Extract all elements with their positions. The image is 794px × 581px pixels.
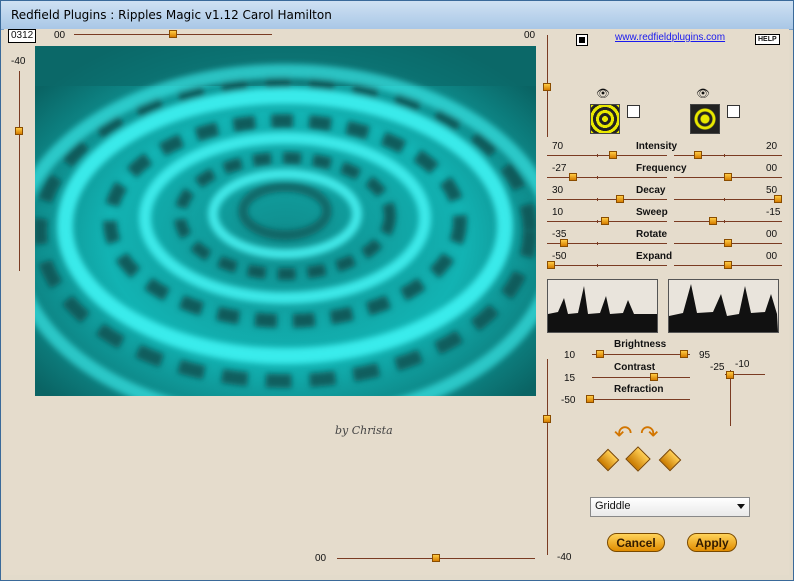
- bottom-slider-value: 00: [315, 553, 327, 564]
- color-swatch-outer[interactable]: [576, 34, 588, 46]
- brightness-min-value: 10: [564, 350, 576, 361]
- chevron-down-icon: [737, 504, 745, 509]
- eye-icon[interactable]: 👁: [596, 87, 610, 100]
- refraction-label: Refraction: [614, 384, 664, 395]
- refraction-slider[interactable]: [586, 395, 690, 404]
- frequency-left-slider[interactable]: [547, 173, 667, 182]
- preset-dropdown[interactable]: Griddle: [590, 497, 750, 517]
- refraction-thumb[interactable]: [586, 395, 594, 403]
- expand-right-slider[interactable]: [674, 261, 782, 270]
- help-button[interactable]: HELP: [755, 34, 780, 45]
- pattern-checkbox-1[interactable]: [627, 105, 640, 118]
- histogram-right: [668, 279, 779, 333]
- top-slider[interactable]: [74, 30, 272, 39]
- top-slider-thumb[interactable]: [169, 30, 177, 38]
- window-title: Redfield Plugins : Ripples Magic v1.12 C…: [11, 8, 332, 22]
- decay-right-thumb[interactable]: [774, 195, 782, 203]
- intensity-right-thumb[interactable]: [694, 151, 702, 159]
- intensity-left-thumb[interactable]: [609, 151, 617, 159]
- dice-icon[interactable]: [596, 448, 620, 472]
- histogram-left: [547, 279, 658, 333]
- contrast-thumb[interactable]: [650, 373, 658, 381]
- lower-vertical-slider-thumb[interactable]: [543, 415, 551, 423]
- refraction-value: -50: [561, 395, 576, 406]
- preview-background: by Christa: [35, 396, 536, 552]
- sweep-right-slider[interactable]: [674, 217, 782, 226]
- decay-left-slider[interactable]: [547, 195, 667, 204]
- histogram-left-plot: [548, 286, 657, 332]
- intensity-left-slider[interactable]: [547, 151, 667, 160]
- expand-right-thumb[interactable]: [724, 261, 732, 269]
- lower-vertical-slider-value: -40: [557, 552, 572, 563]
- apply-button[interactable]: Apply: [687, 533, 737, 552]
- top-slider-right-value: 00: [524, 30, 536, 41]
- upper-vertical-slider-thumb[interactable]: [543, 83, 551, 91]
- plugin-window: Redfield Plugins : Ripples Magic v1.12 C…: [0, 0, 794, 581]
- small-slider-left-value: -25: [710, 362, 725, 373]
- seed-field[interactable]: 0312: [8, 29, 37, 43]
- pattern-checkbox-2[interactable]: [727, 105, 740, 118]
- brightness-label: Brightness: [614, 339, 667, 350]
- histogram-right-plot: [669, 284, 778, 332]
- contrast-slider[interactable]: [592, 373, 690, 382]
- decay-right-slider[interactable]: [674, 195, 782, 204]
- intensity-right-slider[interactable]: [674, 151, 782, 160]
- top-slider-left-value: 00: [54, 30, 66, 41]
- rotate-left-slider[interactable]: [547, 239, 667, 248]
- pattern-swatch-2[interactable]: [690, 104, 720, 134]
- frequency-left-thumb[interactable]: [569, 173, 577, 181]
- frequency-right-thumb[interactable]: [724, 173, 732, 181]
- rotate-right-slider[interactable]: [674, 239, 782, 248]
- dice-icon[interactable]: [658, 448, 682, 472]
- bottom-slider[interactable]: [337, 554, 535, 563]
- frequency-right-slider[interactable]: [674, 173, 782, 182]
- brightness-min-thumb[interactable]: [596, 350, 604, 358]
- sweep-left-thumb[interactable]: [601, 217, 609, 225]
- ripple-preview-image: [35, 46, 536, 396]
- title-bar: Redfield Plugins : Ripples Magic v1.12 C…: [1, 1, 793, 30]
- pattern-swatch-1[interactable]: [590, 104, 620, 134]
- watermark-signature: by Christa: [335, 424, 393, 437]
- redo-arrow-icon[interactable]: ↷: [640, 423, 658, 445]
- lower-vertical-slider[interactable]: [547, 359, 548, 555]
- bottom-slider-thumb[interactable]: [432, 554, 440, 562]
- brightness-slider[interactable]: [592, 350, 690, 359]
- undo-arrow-icon[interactable]: ↶: [614, 423, 632, 445]
- website-link[interactable]: www.redfieldplugins.com: [615, 32, 725, 43]
- eye-icon[interactable]: 👁: [696, 87, 710, 100]
- left-slider[interactable]: [19, 71, 20, 271]
- brightness-max-thumb[interactable]: [680, 350, 688, 358]
- left-slider-thumb[interactable]: [15, 127, 23, 135]
- expand-left-slider[interactable]: [547, 261, 667, 270]
- preset-selected: Griddle: [595, 500, 631, 512]
- sweep-right-thumb[interactable]: [709, 217, 717, 225]
- rotate-right-thumb[interactable]: [724, 239, 732, 247]
- small-slider-thumb[interactable]: [726, 371, 734, 379]
- ripple-preview[interactable]: [35, 46, 536, 396]
- rotate-left-thumb[interactable]: [560, 239, 568, 247]
- brightness-max-value: 95: [699, 350, 711, 361]
- left-slider-value: -40: [11, 56, 26, 67]
- client-area: 0312 00 00 -40 by Christa 00 www.redfiel…: [4, 29, 789, 575]
- cancel-button[interactable]: Cancel: [607, 533, 665, 552]
- expand-left-thumb[interactable]: [547, 261, 555, 269]
- dice-icon[interactable]: [625, 446, 651, 472]
- contrast-label: Contrast: [614, 362, 656, 373]
- sweep-left-slider[interactable]: [547, 217, 667, 226]
- contrast-value: 15: [564, 373, 576, 384]
- decay-left-thumb[interactable]: [616, 195, 624, 203]
- small-slider-top-value: -10: [735, 359, 750, 370]
